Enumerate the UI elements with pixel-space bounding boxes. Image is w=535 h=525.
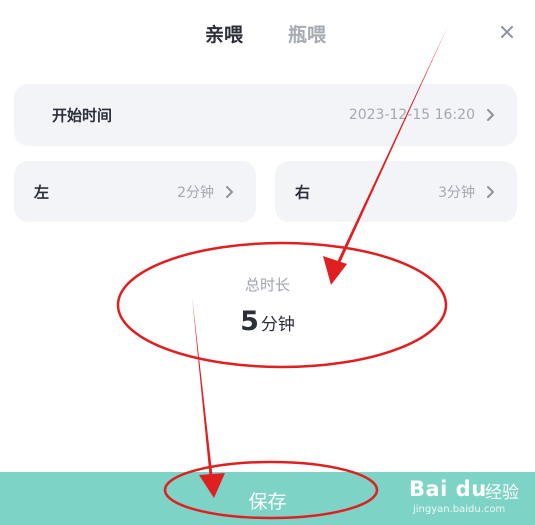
right-side-row[interactable]: 右 3分钟	[275, 161, 517, 222]
save-button-label: 保存	[248, 491, 287, 513]
tab-breastfeeding[interactable]: 亲喂	[205, 20, 243, 47]
start-time-row[interactable]: 开始时间 2023-12-15 16:20	[14, 84, 517, 146]
chevron-right-icon	[487, 185, 494, 198]
chevron-right-icon	[226, 185, 233, 198]
start-time-value: 2023-12-15 16:20	[348, 107, 475, 123]
left-side-duration: 2分钟	[177, 184, 214, 201]
close-button[interactable]	[497, 22, 517, 42]
feeding-type-tabs: 亲喂 瓶喂	[0, 18, 535, 48]
annotation-ellipse-total	[116, 241, 448, 369]
annotation-arrow-shaft	[331, 26, 448, 275]
total-duration-number: 5	[240, 306, 259, 337]
right-side-duration: 3分钟	[438, 184, 475, 201]
right-side-label: 右	[295, 183, 311, 201]
total-duration-value: 5 分钟	[0, 306, 535, 337]
left-side-label: 左	[34, 183, 50, 201]
save-button[interactable]: 保存	[0, 472, 535, 525]
close-icon	[501, 26, 513, 38]
start-time-label: 开始时间	[52, 106, 113, 125]
annotation-overlay	[116, 26, 448, 520]
tab-bottle-feeding[interactable]: 瓶喂	[288, 20, 326, 47]
total-duration-unit: 分钟	[260, 315, 295, 335]
total-duration-label: 总时长	[244, 276, 290, 294]
chevron-right-icon	[487, 109, 494, 121]
left-side-row[interactable]: 左 2分钟	[14, 161, 256, 222]
